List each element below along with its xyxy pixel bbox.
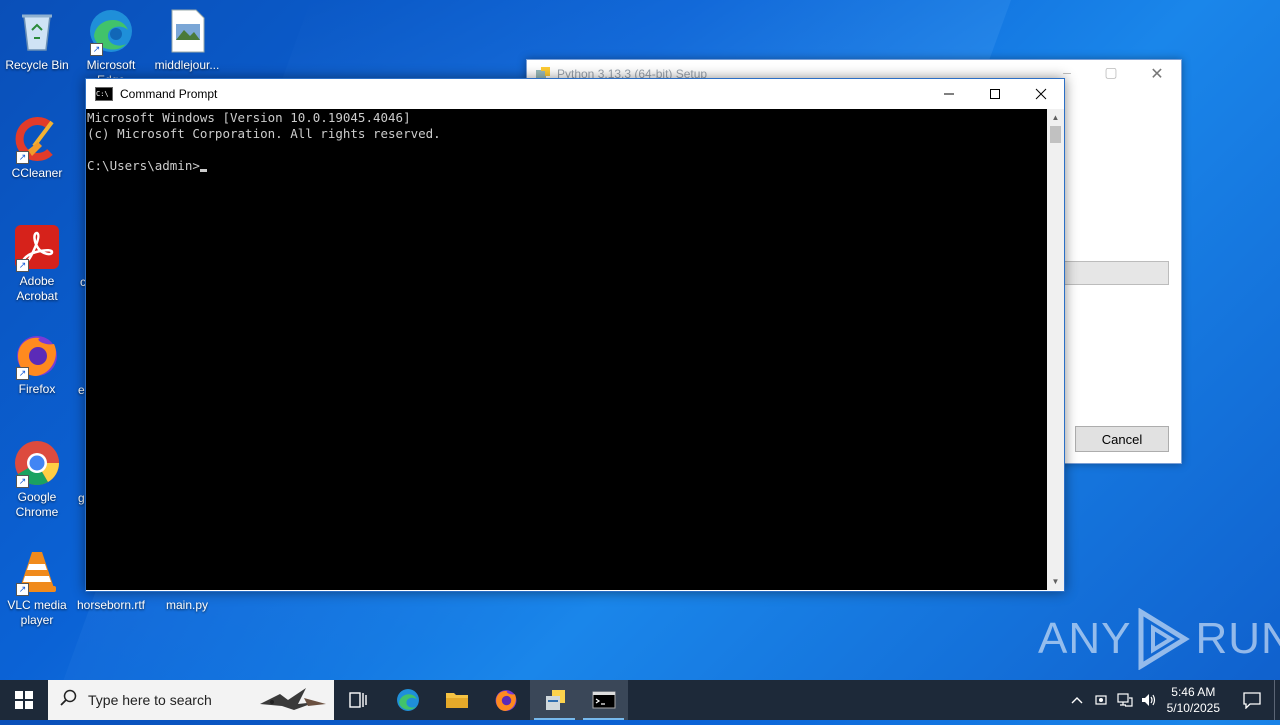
show-desktop-button[interactable] bbox=[1274, 680, 1280, 720]
setup-maximize-button[interactable]: ▢ bbox=[1091, 64, 1131, 81]
play-triangle-icon bbox=[1138, 608, 1191, 670]
console-line: ​ bbox=[87, 142, 1047, 158]
cmd-maximize-button[interactable] bbox=[972, 79, 1018, 109]
taskbar-search-box[interactable]: Type here to search bbox=[48, 680, 334, 720]
taskbar: Type here to search 5:46 AM 5/10/2025 bbox=[0, 680, 1280, 720]
desktop-icon-label: Recycle Bin bbox=[5, 58, 69, 72]
taskbar-python-setup[interactable] bbox=[530, 680, 579, 720]
desktop-icon-vlc[interactable]: ↗ VLC media player bbox=[0, 548, 74, 628]
desktop-icon-horseborn[interactable]: horseborn.rtf bbox=[74, 598, 148, 613]
text-cursor bbox=[199, 169, 207, 172]
shortcut-arrow-icon: ↗ bbox=[16, 583, 29, 596]
shortcut-arrow-icon: ↗ bbox=[16, 475, 29, 488]
desktop-icon-label: horseborn.rtf bbox=[76, 598, 146, 612]
clock-date: 5/10/2025 bbox=[1166, 701, 1220, 715]
desktop-icon-ccleaner[interactable]: ↗ CCleaner bbox=[0, 116, 74, 181]
desktop-icon-google-chrome[interactable]: ↗ Google Chrome bbox=[0, 440, 74, 520]
desktop-icon-middlejour[interactable]: middlejour... bbox=[150, 8, 224, 73]
console-line: (c) Microsoft Corporation. All rights re… bbox=[87, 126, 441, 141]
desktop-icon-recycle-bin[interactable]: Recycle Bin bbox=[0, 8, 74, 73]
cmd-app-icon: C:\ bbox=[95, 87, 113, 101]
shortcut-arrow-icon: ↗ bbox=[90, 43, 103, 56]
scroll-down-arrow-icon[interactable]: ▼ bbox=[1047, 573, 1064, 590]
clock-time: 5:46 AM bbox=[1171, 685, 1216, 699]
desktop-icon-label: VLC media player bbox=[7, 598, 67, 627]
desktop-icon-label: main.py bbox=[165, 598, 209, 612]
cmd-vertical-scrollbar[interactable]: ▲ ▼ bbox=[1047, 109, 1064, 590]
folder-icon bbox=[445, 693, 468, 708]
tray-usb-device-icon[interactable] bbox=[1089, 680, 1113, 720]
python-installer-icon bbox=[545, 690, 565, 710]
desktop-icon-label: middlejour... bbox=[154, 58, 220, 72]
scroll-thumb[interactable] bbox=[1050, 126, 1061, 143]
scroll-up-arrow-icon[interactable]: ▲ bbox=[1047, 109, 1064, 126]
acrobat-icon: ↗ bbox=[14, 224, 60, 272]
desktop-icon-label: Adobe Acrobat bbox=[16, 274, 58, 303]
desktop-icon-main-py[interactable]: main.py bbox=[150, 598, 224, 613]
watermark-left-text: ANY bbox=[1038, 614, 1132, 663]
shortcut-arrow-icon: ↗ bbox=[16, 367, 29, 380]
cmd-title-text: Command Prompt bbox=[120, 87, 218, 101]
console-output[interactable]: Microsoft Windows [Version 10.0.19045.40… bbox=[86, 109, 1047, 590]
cmd-close-button[interactable] bbox=[1018, 79, 1064, 109]
notification-icon bbox=[1243, 692, 1261, 709]
taskbar-clock[interactable]: 5:46 AM 5/10/2025 bbox=[1167, 684, 1220, 716]
firefox-icon bbox=[495, 690, 516, 711]
tray-volume-icon[interactable] bbox=[1137, 680, 1161, 720]
windows-logo-icon bbox=[15, 691, 33, 709]
desktop-icon-label: Google Chrome bbox=[15, 490, 59, 519]
search-icon bbox=[60, 689, 80, 712]
desktop-icon-adobe-acrobat[interactable]: ↗ Adobe Acrobat bbox=[0, 224, 74, 304]
firefox-icon: ↗ bbox=[14, 332, 60, 380]
tray-network-icon[interactable] bbox=[1113, 680, 1137, 720]
taskbar-firefox[interactable] bbox=[481, 680, 530, 720]
taskbar-edge[interactable] bbox=[383, 680, 432, 720]
cmd-title-bar[interactable]: C:\ Command Prompt bbox=[86, 79, 1064, 109]
console-prompt-line: C:\Users\admin> bbox=[87, 158, 1047, 174]
setup-cancel-button[interactable]: Cancel bbox=[1075, 426, 1169, 452]
desktop-icon-label: Microsoft Edge bbox=[86, 58, 136, 80]
taskbar-command-prompt[interactable] bbox=[579, 680, 628, 720]
action-center-button[interactable] bbox=[1230, 680, 1274, 720]
desktop-icon-partial-label: g bbox=[78, 491, 85, 505]
desktop-icon-label: CCleaner bbox=[11, 166, 63, 180]
image-file-icon bbox=[164, 8, 210, 54]
tray-overflow-chevron-icon[interactable] bbox=[1065, 680, 1089, 720]
system-tray: 5:46 AM 5/10/2025 bbox=[1065, 680, 1280, 720]
console-line: Microsoft Windows [Version 10.0.19045.40… bbox=[87, 110, 411, 125]
task-view-icon bbox=[348, 692, 367, 708]
search-placeholder: Type here to search bbox=[88, 692, 212, 708]
start-button[interactable] bbox=[0, 680, 48, 720]
command-prompt-window[interactable]: C:\ Command Prompt Microsoft Windows [Ve… bbox=[85, 78, 1065, 592]
desktop-icon-partial-label: e bbox=[78, 383, 85, 397]
desktop-icon-firefox[interactable]: ↗ Firefox bbox=[0, 332, 74, 397]
edge-icon bbox=[396, 689, 419, 711]
recycle-bin-icon bbox=[14, 8, 60, 54]
cmd-icon bbox=[592, 691, 615, 709]
search-highlight-image bbox=[254, 680, 334, 720]
task-view-button[interactable] bbox=[334, 680, 383, 720]
watermark-right-text: RUN bbox=[1195, 614, 1280, 663]
anyrun-watermark: ANY RUN bbox=[1038, 608, 1280, 670]
setup-close-button[interactable]: ✕ bbox=[1137, 64, 1177, 84]
vlc-icon: ↗ bbox=[14, 548, 60, 596]
desktop-icon-microsoft-edge[interactable]: ↗ Microsoft Edge bbox=[74, 8, 148, 80]
ccleaner-icon: ↗ bbox=[14, 116, 60, 164]
shortcut-arrow-icon: ↗ bbox=[16, 259, 29, 272]
taskbar-file-explorer[interactable] bbox=[432, 680, 481, 720]
chrome-icon: ↗ bbox=[14, 440, 60, 488]
cmd-minimize-button[interactable] bbox=[926, 79, 972, 109]
edge-icon: ↗ bbox=[88, 8, 134, 56]
setup-progress-bar bbox=[1063, 261, 1169, 285]
shortcut-arrow-icon: ↗ bbox=[16, 151, 29, 164]
console-prompt: C:\Users\admin> bbox=[87, 158, 200, 173]
desktop-icon-label: Firefox bbox=[18, 382, 56, 396]
